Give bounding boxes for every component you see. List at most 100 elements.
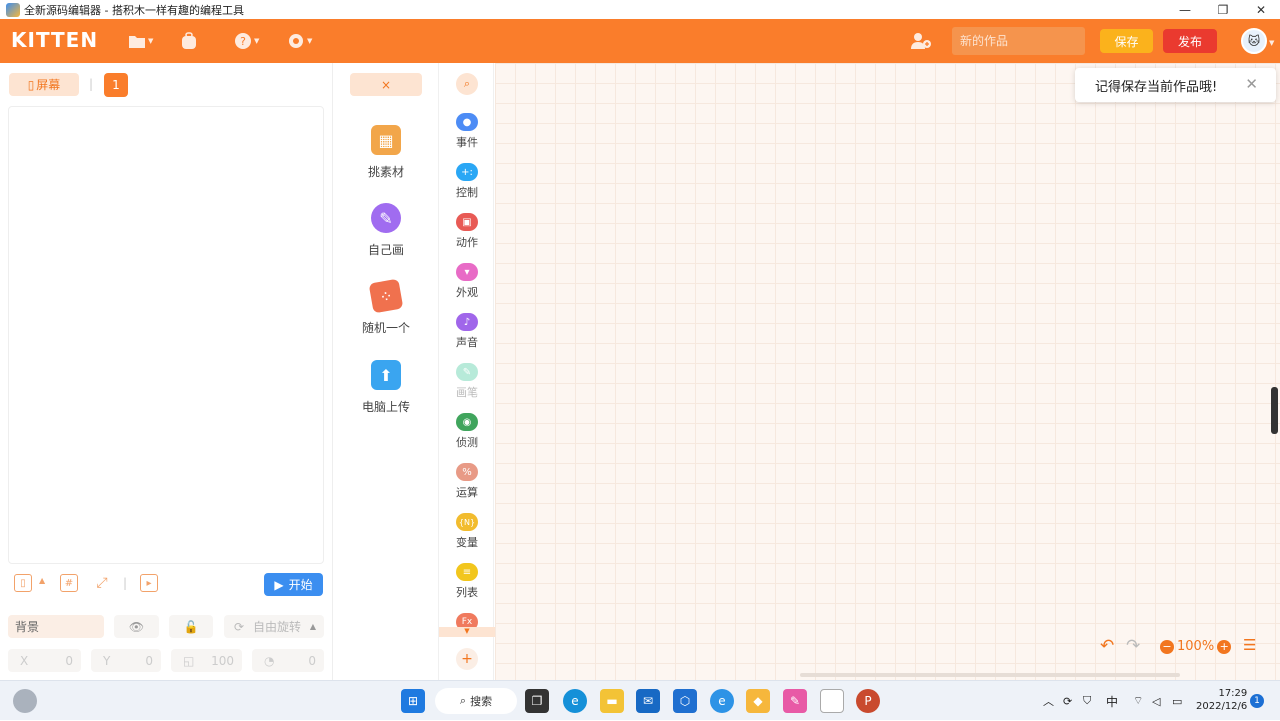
category-label: 变量 — [456, 536, 478, 549]
category-sound[interactable]: ♪ 声音 — [439, 313, 495, 350]
file-menu-button[interactable]: ▼ — [128, 29, 153, 53]
app-store[interactable]: ⬡ — [673, 689, 697, 713]
dice-icon: ⁘ — [368, 278, 404, 314]
size-value: 100 — [211, 653, 234, 668]
category-operators[interactable]: % 运算 — [439, 463, 495, 500]
weather-widget[interactable] — [13, 689, 37, 713]
wifi-tray[interactable]: ⌔ — [1133, 681, 1143, 721]
draw-yourself-button[interactable]: ✎ 自己画 — [334, 203, 438, 258]
security-tray[interactable]: ⛉ — [1083, 681, 1091, 721]
system-clock[interactable]: 17:29 2022/12/6 — [1196, 687, 1247, 713]
zoom-in-button[interactable]: + — [1217, 639, 1232, 654]
align-blocks-button[interactable]: ☰ — [1243, 636, 1256, 654]
vertical-scrollbar[interactable] — [1271, 387, 1278, 434]
category-label: 事件 — [456, 136, 478, 149]
settings-menu-button[interactable]: ▼ — [287, 29, 312, 53]
project-title-input[interactable] — [952, 27, 1085, 55]
notification-badge[interactable]: 1 — [1250, 694, 1264, 708]
powerpoint-icon: P — [864, 694, 872, 708]
preview-play-button[interactable]: ▸ — [140, 574, 158, 592]
publish-button[interactable]: 发布 — [1163, 29, 1217, 53]
start-button[interactable]: ▶ 开始 — [264, 573, 323, 596]
scroll-down-indicator[interactable]: ▼ — [439, 627, 495, 637]
y-field[interactable]: Y0 — [91, 649, 161, 672]
rotation-mode-select[interactable]: ⟳ 自由旋转 ▲ — [224, 615, 324, 638]
volume-tray[interactable]: ◁ — [1152, 681, 1160, 721]
task-view-button[interactable]: ❐ — [525, 689, 549, 713]
document-app[interactable] — [820, 689, 844, 713]
category-looks[interactable]: ▾ 外观 — [439, 263, 495, 300]
category-variables[interactable]: {N} 变量 — [439, 513, 495, 550]
category-lists[interactable]: ≡ 列表 — [439, 563, 495, 600]
stage-preview[interactable] — [8, 106, 324, 564]
grid-toggle-button[interactable]: # — [60, 574, 78, 592]
random-sprite-button[interactable]: ⁘ 随机一个 — [334, 278, 438, 336]
battery-tray[interactable]: ▭ — [1172, 681, 1182, 721]
zoom-out-button[interactable]: − — [1160, 639, 1174, 654]
file-explorer-app[interactable]: ▬ — [600, 689, 624, 713]
collaborate-button[interactable] — [910, 29, 932, 53]
direction-icon: ◔ — [264, 653, 275, 668]
kitten-app[interactable]: ◆ — [746, 689, 770, 713]
pick-material-button[interactable]: ▦ 挑素材 — [334, 125, 438, 180]
ie-app[interactable]: e — [710, 689, 734, 713]
stage-size-button[interactable]: ▯ — [14, 574, 32, 592]
plus-icon: + — [461, 651, 473, 667]
taskbar-search[interactable]: ⌕ 搜索 — [435, 688, 517, 714]
minimize-button[interactable]: — — [1166, 0, 1204, 19]
category-label: 列表 — [456, 586, 478, 599]
kitten-icon: ◆ — [753, 694, 763, 708]
sync-tray[interactable]: ⟳ — [1063, 681, 1072, 721]
tray-overflow[interactable]: ︿ — [1043, 681, 1054, 721]
close-window-button[interactable]: ✕ — [1242, 0, 1280, 19]
category-label: 外观 — [456, 286, 478, 299]
code-canvas[interactable] — [495, 63, 1280, 680]
ime-indicator[interactable]: 中 — [1106, 681, 1118, 721]
mail-app[interactable]: ✉ — [636, 689, 660, 713]
user-avatar[interactable]: 🐱 — [1241, 28, 1267, 54]
speaker-icon: ◁ — [1152, 694, 1161, 708]
category-sensing[interactable]: ◉ 侦测 — [439, 413, 495, 450]
caret-up-icon: ▲ — [309, 622, 316, 631]
category-events[interactable]: ● 事件 — [439, 113, 495, 150]
lock-toggle[interactable]: 🔓 — [169, 615, 213, 638]
close-icon[interactable]: ✕ — [1245, 75, 1258, 93]
close-asset-panel-button[interactable]: × — [350, 73, 422, 96]
sprite-name-field[interactable] — [8, 615, 104, 638]
add-extension-button[interactable]: + — [456, 648, 478, 670]
category-control[interactable]: +: 控制 — [439, 163, 495, 200]
save-reminder-toast: 记得保存当前作品哦! ✕ — [1075, 68, 1276, 102]
powerpoint-app[interactable]: P — [856, 689, 880, 713]
save-button[interactable]: 保存 — [1100, 29, 1153, 53]
category-label: 控制 — [456, 186, 478, 199]
size-field[interactable]: ◱ 100 — [171, 649, 242, 672]
start-button[interactable]: ⊞ — [401, 689, 425, 713]
pen-icon: ✎ — [456, 363, 478, 381]
block-search-button[interactable]: ⌕ — [456, 73, 478, 95]
direction-field[interactable]: ◔ 0 — [252, 649, 324, 672]
backpack-button[interactable] — [180, 29, 198, 53]
screen-page-1[interactable]: 1 — [104, 73, 128, 97]
upload-from-computer-button[interactable]: ⬆ 电脑上传 — [334, 360, 438, 415]
screen-tab[interactable]: ▯ 屏幕 — [9, 73, 79, 96]
visibility-toggle[interactable]: 👁 — [114, 615, 159, 638]
x-field[interactable]: X0 — [8, 649, 81, 672]
redo-button[interactable]: ↷ — [1126, 636, 1140, 656]
category-motion[interactable]: ▣ 动作 — [439, 213, 495, 250]
restore-button[interactable]: ❐ — [1204, 0, 1242, 19]
paint-app[interactable]: ✎ — [783, 689, 807, 713]
stage-size-caret[interactable]: ▲ — [39, 576, 45, 585]
undo-icon: ↶ — [1100, 636, 1115, 656]
fullscreen-button[interactable]: ⤢ — [93, 574, 111, 592]
undo-button[interactable]: ↶ — [1100, 636, 1114, 656]
window-title-bar: 全新源码编辑器 - 搭积木一样有趣的编程工具 — [0, 0, 1280, 19]
motion-icon: ▣ — [456, 213, 478, 231]
edge-app[interactable]: e — [563, 689, 587, 713]
category-pen[interactable]: ✎ 画笔 — [439, 363, 495, 400]
avatar-menu-caret[interactable]: ▼ — [1269, 31, 1274, 55]
events-icon: ● — [456, 113, 478, 131]
top-toolbar: KITTEN ▼ ?▼ ▼ 保存 发布 🐱 ▼ — [0, 19, 1280, 63]
horizontal-scrollbar[interactable] — [800, 673, 1180, 677]
rotate-icon: ⟳ — [234, 619, 245, 634]
help-menu-button[interactable]: ? ▼ — [234, 29, 259, 53]
